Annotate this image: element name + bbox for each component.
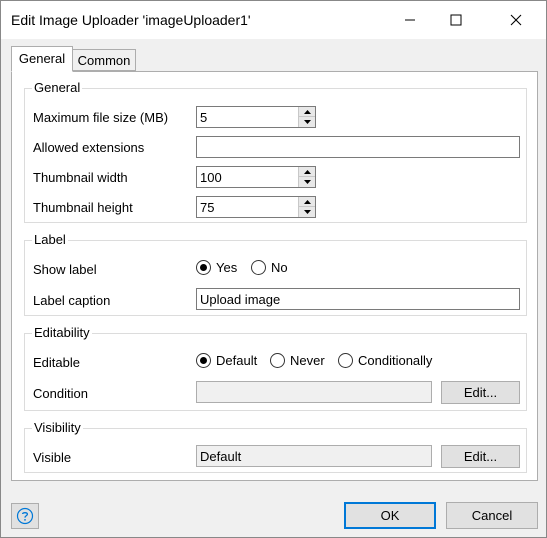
- tab-general[interactable]: General: [11, 46, 73, 72]
- radio-unchecked-icon: [270, 353, 285, 368]
- editable-default-text: Default: [216, 353, 258, 368]
- help-icon: [16, 507, 34, 525]
- group-visibility: Visibility Visible Default Edit...: [24, 420, 527, 473]
- arrow-up-icon: [303, 169, 311, 174]
- arrow-up-icon: [303, 199, 311, 204]
- visible-edit-button[interactable]: Edit...: [441, 445, 520, 468]
- minimize-button[interactable]: [387, 1, 433, 39]
- close-button[interactable]: [493, 1, 539, 39]
- group-editability-legend: Editability: [32, 325, 92, 340]
- label-caption-label: Label caption: [33, 293, 111, 308]
- condition-label: Condition: [33, 386, 88, 401]
- thumbnail-width-value: 100: [200, 170, 222, 185]
- title-bar[interactable]: Edit Image Uploader 'imageUploader1': [1, 1, 546, 39]
- max-file-size-value: 5: [200, 110, 208, 125]
- thumbnail-height-label: Thumbnail height: [33, 200, 133, 215]
- group-editability: Editability Editable Default Never Condi…: [24, 325, 527, 411]
- group-label-legend: Label: [32, 232, 68, 247]
- group-general: General Maximum file size (MB) 5 Allowed…: [24, 80, 527, 223]
- maximize-icon: [450, 14, 462, 26]
- spin-down-button[interactable]: [299, 177, 315, 187]
- editable-never-radio[interactable]: Never: [270, 353, 325, 368]
- visible-field: Default: [196, 445, 432, 467]
- condition-input: [196, 381, 432, 403]
- max-file-size-spin-buttons: [298, 107, 315, 127]
- cancel-button[interactable]: Cancel: [446, 502, 538, 529]
- max-file-size-label: Maximum file size (MB): [33, 110, 169, 125]
- allowed-extensions-input[interactable]: [196, 136, 520, 158]
- arrow-down-icon: [303, 180, 311, 184]
- thumbnail-height-value: 75: [200, 200, 215, 215]
- show-label-label: Show label: [33, 262, 97, 277]
- thumbnail-width-label: Thumbnail width: [33, 170, 128, 185]
- help-button[interactable]: [11, 503, 39, 529]
- thumbnail-width-stepper[interactable]: 100: [196, 166, 316, 188]
- show-label-yes-text: Yes: [216, 260, 238, 275]
- editable-label: Editable: [33, 355, 80, 370]
- condition-edit-button[interactable]: Edit...: [441, 381, 520, 404]
- dialog-window: Edit Image Uploader 'imageUploader1' Gen…: [0, 0, 547, 538]
- minimize-icon: [405, 19, 415, 21]
- radio-checked-icon: [196, 353, 211, 368]
- radio-unchecked-icon: [338, 353, 353, 368]
- ok-button[interactable]: OK: [344, 502, 436, 529]
- max-file-size-stepper[interactable]: 5: [196, 106, 316, 128]
- spin-down-button[interactable]: [299, 207, 315, 217]
- visible-label: Visible: [33, 450, 72, 465]
- arrow-up-icon: [303, 109, 311, 114]
- thumbnail-height-stepper[interactable]: 75: [196, 196, 316, 218]
- editable-never-text: Never: [290, 353, 325, 368]
- arrow-down-icon: [303, 120, 311, 124]
- group-visibility-legend: Visibility: [32, 420, 83, 435]
- thumbnail-width-spin-buttons: [298, 167, 315, 187]
- group-label: Label Show label Yes No Label caption Up…: [24, 232, 527, 316]
- close-icon: [510, 14, 522, 26]
- spin-down-button[interactable]: [299, 117, 315, 127]
- label-caption-input[interactable]: Upload image: [196, 288, 520, 310]
- radio-unchecked-icon: [251, 260, 266, 275]
- spin-up-button[interactable]: [299, 107, 315, 117]
- editable-conditionally-radio[interactable]: Conditionally: [338, 353, 432, 368]
- window-title: Edit Image Uploader 'imageUploader1': [11, 12, 251, 28]
- thumbnail-height-spin-buttons: [298, 197, 315, 217]
- group-general-legend: General: [32, 80, 83, 95]
- maximize-button[interactable]: [433, 1, 479, 39]
- editable-default-radio[interactable]: Default: [196, 353, 257, 368]
- allowed-extensions-label: Allowed extensions: [33, 140, 145, 155]
- show-label-no-text: No: [271, 260, 288, 275]
- tab-common[interactable]: Common: [72, 49, 136, 71]
- tab-panel-general: General Maximum file size (MB) 5 Allowed…: [11, 71, 538, 481]
- editable-conditionally-text: Conditionally: [358, 353, 433, 368]
- spin-up-button[interactable]: [299, 167, 315, 177]
- radio-checked-icon: [196, 260, 211, 275]
- spin-up-button[interactable]: [299, 197, 315, 207]
- show-label-yes-radio[interactable]: Yes: [196, 260, 237, 275]
- arrow-down-icon: [303, 210, 311, 214]
- show-label-no-radio[interactable]: No: [251, 260, 288, 275]
